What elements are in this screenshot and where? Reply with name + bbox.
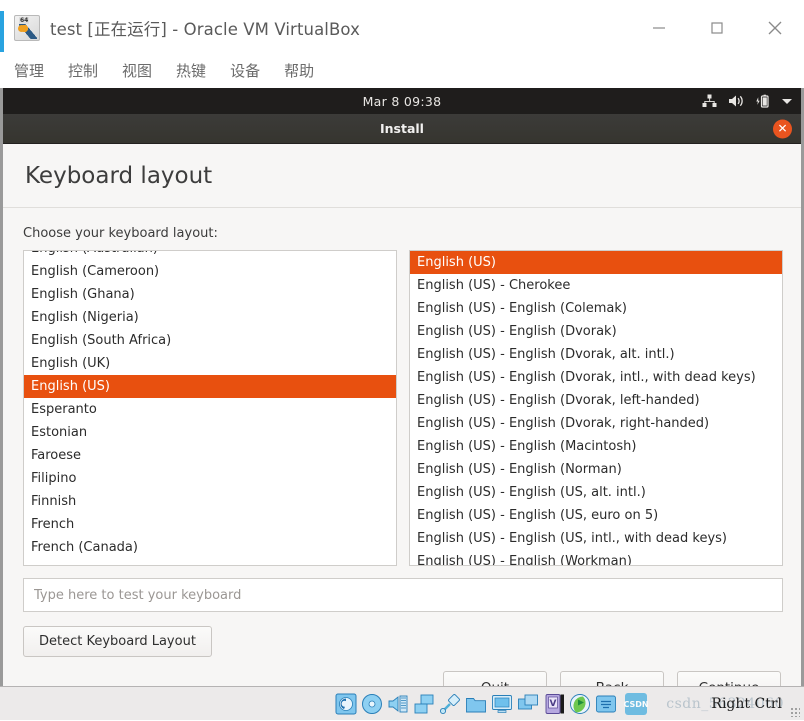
menu-item-manage[interactable]: 管理 xyxy=(14,60,44,81)
keyboard-layout-lists: English (Australian)English (Cameroon)En… xyxy=(23,250,783,566)
system-tray xyxy=(702,88,793,114)
language-item-row[interactable]: English (Ghana) xyxy=(24,283,396,306)
keyboard-test-field[interactable] xyxy=(23,578,783,612)
keyboard-capture-icon[interactable] xyxy=(595,693,617,715)
language-listbox[interactable]: English (Australian)English (Cameroon)En… xyxy=(23,250,397,566)
ubuntu-top-bar: Mar 8 09:38 xyxy=(3,88,801,114)
language-item-row[interactable]: English (South Africa) xyxy=(24,329,396,352)
language-item-row[interactable]: English (Cameroon) xyxy=(24,260,396,283)
recording-icon[interactable]: V xyxy=(543,693,565,715)
close-button[interactable] xyxy=(746,6,804,50)
back-button[interactable]: Back xyxy=(560,671,664,686)
navigation-buttons: Quit Back Continue xyxy=(23,671,783,686)
shared-folder-icon[interactable] xyxy=(465,693,487,715)
variant-item-row[interactable]: English (US) - English (Dvorak, left-han… xyxy=(410,389,782,412)
network-icon[interactable] xyxy=(413,693,435,715)
install-window-titlebar: Install ✕ xyxy=(3,114,801,144)
guest-screen: Mar 8 09:38 xyxy=(0,88,804,686)
variant-item-row[interactable]: English (US) - English (Dvorak) xyxy=(410,320,782,343)
variant-item-row[interactable]: English (US) xyxy=(410,251,782,274)
detect-keyboard-layout-button[interactable]: Detect Keyboard Layout xyxy=(23,626,212,657)
language-item-row[interactable]: Esperanto xyxy=(24,398,396,421)
variant-item-row[interactable]: English (US) - English (US, euro on 5) xyxy=(410,504,782,527)
page-title: Keyboard layout xyxy=(25,163,212,189)
language-item-row[interactable]: English (Australian) xyxy=(24,250,396,260)
install-content: Choose your keyboard layout: English (Au… xyxy=(3,208,801,686)
hard-disk-icon[interactable] xyxy=(335,693,357,715)
maximize-button[interactable] xyxy=(688,6,746,50)
menu-item-view[interactable]: 视图 xyxy=(122,60,152,81)
mouse-integration-icon[interactable] xyxy=(569,693,591,715)
language-item-row[interactable]: Finnish xyxy=(24,490,396,513)
language-item-row[interactable]: English (UK) xyxy=(24,352,396,375)
svg-text:V: V xyxy=(550,699,557,709)
variant-list: English (US)English (US) - CherokeeEngli… xyxy=(410,251,782,566)
install-window-body: Keyboard layout Choose your keyboard lay… xyxy=(3,144,801,686)
keyboard-test-input[interactable] xyxy=(34,588,772,603)
chevron-down-icon[interactable] xyxy=(781,97,793,106)
remote-desktop-icon[interactable] xyxy=(517,693,539,715)
variant-item-row[interactable]: English (US) - English (US, intl., with … xyxy=(410,527,782,550)
variant-item-row[interactable]: English (US) - English (Dvorak, alt. int… xyxy=(410,343,782,366)
usb-icon[interactable] xyxy=(439,693,461,715)
page-header: Keyboard layout xyxy=(3,144,801,208)
variant-listbox[interactable]: English (US)English (US) - CherokeeEngli… xyxy=(409,250,783,566)
language-item-row[interactable]: English (US) xyxy=(24,375,396,398)
install-close-button[interactable]: ✕ xyxy=(773,119,792,138)
variant-item-row[interactable]: English (US) - English (Colemak) xyxy=(410,297,782,320)
language-item-row[interactable]: Filipino xyxy=(24,467,396,490)
language-item-row[interactable]: Estonian xyxy=(24,421,396,444)
menu-item-hotkeys[interactable]: 热键 xyxy=(176,60,206,81)
variant-item-row[interactable]: English (US) - English (Norman) xyxy=(410,458,782,481)
window-title: test [正在运行] - Oracle VM VirtualBox xyxy=(50,16,360,40)
language-item-row[interactable]: English (Nigeria) xyxy=(24,306,396,329)
icon-arch-badge: 64 xyxy=(19,17,29,24)
language-item-row[interactable]: French xyxy=(24,513,396,536)
menu-item-help[interactable]: 帮助 xyxy=(284,60,314,81)
clock[interactable]: Mar 8 09:38 xyxy=(363,94,442,109)
resize-grip[interactable] xyxy=(790,707,800,717)
quit-button[interactable]: Quit xyxy=(443,671,547,686)
menu-item-control[interactable]: 控制 xyxy=(68,60,98,81)
continue-button[interactable]: Continue xyxy=(677,671,781,686)
menu-item-devices[interactable]: 设备 xyxy=(230,60,260,81)
choose-layout-label: Choose your keyboard layout: xyxy=(23,226,783,241)
variant-item-row[interactable]: English (US) - English (US, alt. intl.) xyxy=(410,481,782,504)
device-status-icons: V xyxy=(335,687,617,721)
variant-item-row[interactable]: English (US) - English (Dvorak, right-ha… xyxy=(410,412,782,435)
minimize-button[interactable] xyxy=(630,6,688,50)
volume-icon[interactable] xyxy=(728,94,744,108)
language-item-row[interactable]: French (Canada) xyxy=(24,536,396,559)
virtualbox-app-icon: 64 xyxy=(14,15,40,41)
language-item-row[interactable]: Faroese xyxy=(24,444,396,467)
virtualbox-window: Box 64 test [正在运行] - Oracle VM VirtualBo… xyxy=(0,0,804,720)
battery-icon[interactable] xyxy=(755,94,770,109)
vbox-statusbar: V CSDN csdn_56324060 Right Ctrl xyxy=(0,686,804,720)
vbox-menubar: 管理 控制 视图 热键 设备 帮助 xyxy=(0,52,804,88)
variant-item-row[interactable]: English (US) - English (Macintosh) xyxy=(410,435,782,458)
host-key-indicator: Right Ctrl xyxy=(711,696,782,712)
install-window-title: Install xyxy=(380,121,424,136)
language-list: English (Australian)English (Cameroon)En… xyxy=(24,250,396,559)
variant-item-row[interactable]: English (US) - English (Workman) xyxy=(410,550,782,566)
optical-disk-icon[interactable] xyxy=(361,693,383,715)
watermark-logo: CSDN xyxy=(625,693,647,715)
window-controls xyxy=(630,6,804,50)
network-icon[interactable] xyxy=(702,94,717,108)
variant-item-row[interactable]: English (US) - English (Dvorak, intl., w… xyxy=(410,366,782,389)
audio-icon[interactable] xyxy=(387,693,409,715)
display-icon[interactable] xyxy=(491,693,513,715)
vbox-titlebar: 64 test [正在运行] - Oracle VM VirtualBox xyxy=(0,0,804,52)
variant-item-row[interactable]: English (US) - Cherokee xyxy=(410,274,782,297)
